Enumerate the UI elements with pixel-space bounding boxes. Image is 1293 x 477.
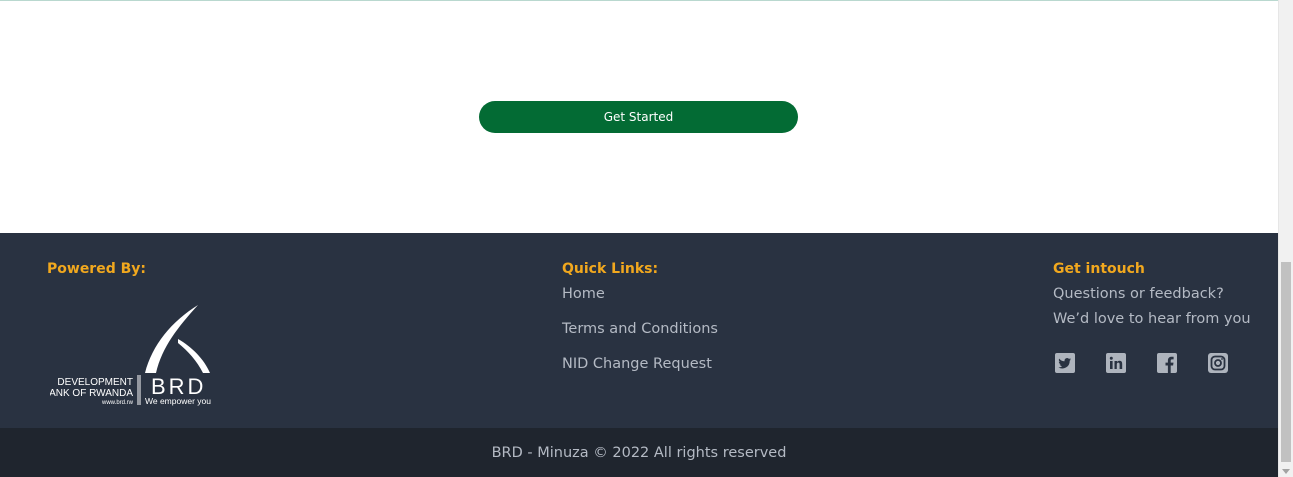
- instagram-icon[interactable]: [1208, 353, 1228, 373]
- contact-line-2: We’d love to hear from you: [1053, 311, 1251, 327]
- get-started-button[interactable]: Get Started: [479, 101, 798, 133]
- twitter-icon[interactable]: [1055, 353, 1075, 373]
- footer-link-terms[interactable]: Terms and Conditions: [562, 321, 718, 337]
- logo-name-line1: DEVELOPMENT: [57, 377, 133, 388]
- site-footer: Powered By: DEVELOPMENT BANK OF RWANDA w…: [0, 233, 1278, 428]
- footer-bottom-bar: BRD - Minuza © 2022 All rights reserved: [0, 428, 1278, 477]
- linkedin-icon[interactable]: [1106, 353, 1126, 373]
- logo-tagline: We empower you: [145, 396, 211, 406]
- facebook-icon[interactable]: [1157, 353, 1177, 373]
- cta-section: Get Started: [0, 1, 1278, 233]
- powered-by-heading: Powered By:: [47, 261, 146, 277]
- get-in-touch-heading: Get intouch: [1053, 261, 1145, 277]
- page-viewport: Get Started Powered By: DEVELOPMENT BANK…: [0, 0, 1278, 477]
- scrollbar-thumb[interactable]: [1281, 262, 1291, 462]
- scroll-down-arrow-icon[interactable]: [1282, 469, 1290, 474]
- contact-line-1: Questions or feedback?: [1053, 286, 1224, 302]
- logo-name-line2: BANK OF RWANDA: [50, 388, 133, 399]
- vertical-scrollbar[interactable]: [1278, 0, 1293, 477]
- copyright-text: BRD - Minuza © 2022 All rights reserved: [491, 444, 787, 461]
- footer-link-nid-change[interactable]: NID Change Request: [562, 356, 712, 372]
- quick-links-heading: Quick Links:: [562, 261, 659, 277]
- footer-link-home[interactable]: Home: [562, 286, 605, 302]
- brd-logo: DEVELOPMENT BANK OF RWANDA www.brd.rw BR…: [50, 305, 211, 406]
- logo-website: www.brd.rw: [101, 400, 134, 406]
